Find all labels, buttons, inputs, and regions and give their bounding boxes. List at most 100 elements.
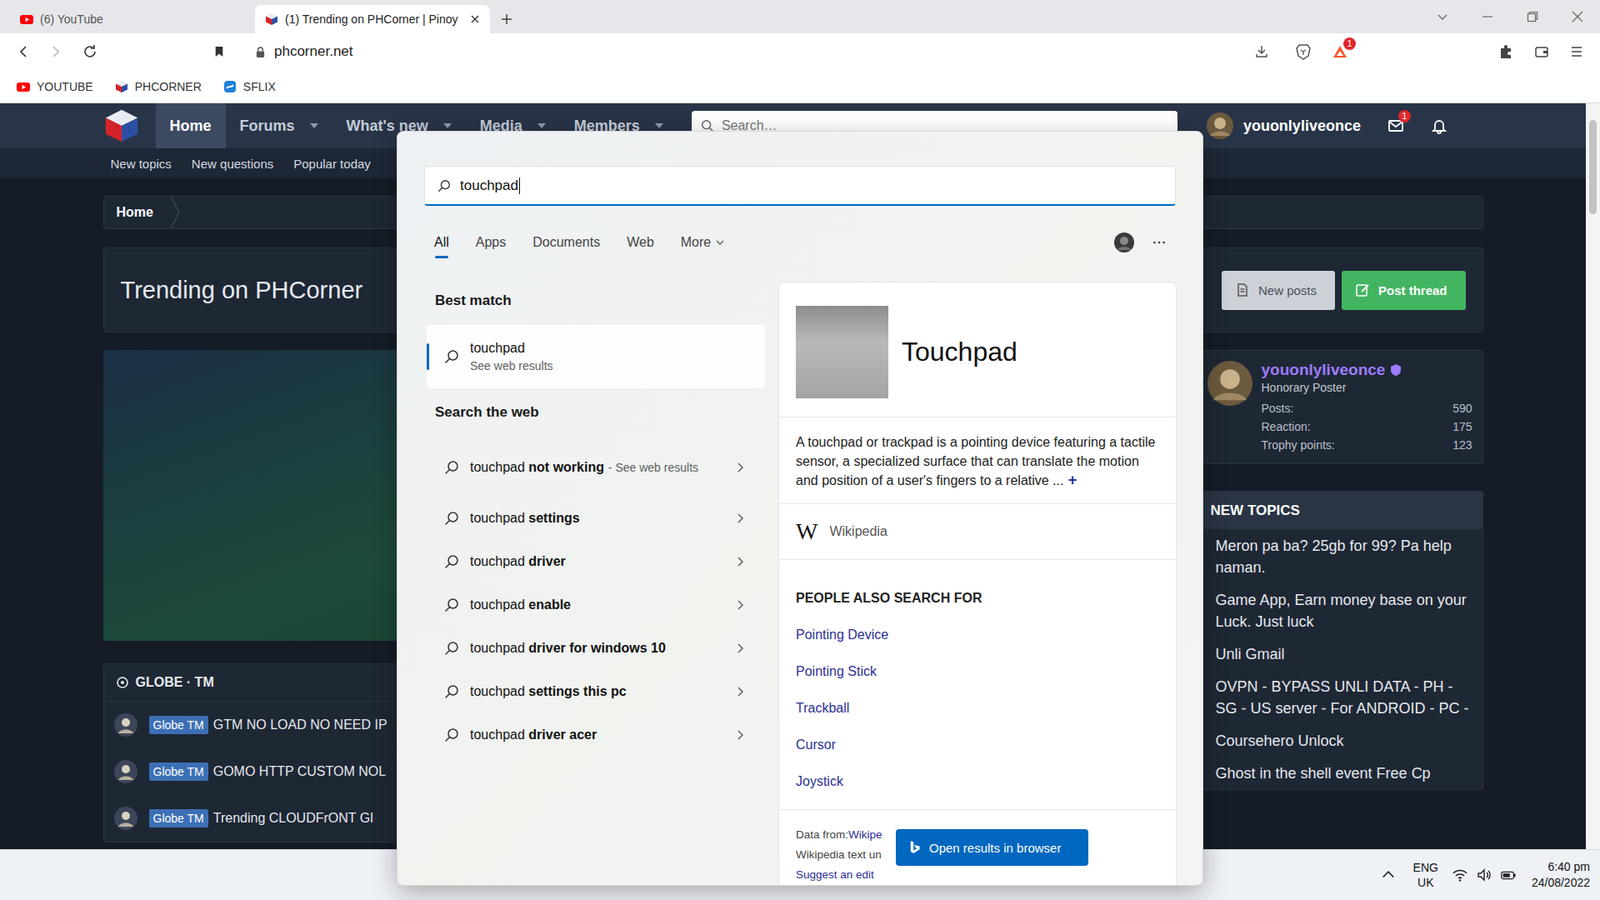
dropdown-caret-icon[interactable] [655, 123, 664, 129]
browser-tab[interactable]: (6) YouTube [10, 5, 245, 34]
source-row[interactable]: WWikipedia [779, 504, 1176, 560]
menu-icon[interactable] [1568, 43, 1585, 60]
tray-overflow-chevron-icon[interactable] [1380, 866, 1397, 884]
topic-link[interactable]: Unli Gmail [1200, 637, 1483, 670]
topic-link[interactable]: OVPN - BYPASS UNLI DATA - PH - SG - US s… [1200, 670, 1483, 725]
topic-link[interactable]: Ghost in the shell event Free Cp [1200, 756, 1483, 790]
thread-title[interactable]: Trending CLOUDFrONT Gl [213, 810, 374, 826]
topic-link[interactable]: Game App, Earn money base on your Luck. … [1200, 583, 1483, 638]
web-suggestion[interactable]: touchpadsettings [426, 496, 765, 540]
search-icon [443, 726, 460, 744]
chevron-right-icon[interactable] [733, 460, 747, 475]
topic-link[interactable]: Meron pa ba? 25gb for 99? Pa help naman. [1200, 529, 1483, 584]
subnav-link[interactable]: New questions [191, 156, 274, 171]
extensions-puzzle-icon[interactable] [1497, 43, 1515, 60]
page-scrollbar[interactable] [1585, 103, 1600, 850]
more-options-icon[interactable] [1152, 240, 1166, 245]
related-link[interactable]: Joystick [795, 772, 1160, 791]
thread-tag[interactable]: Globe TM [149, 762, 209, 781]
tab-list-chevron-icon[interactable] [1420, 10, 1465, 24]
related-link[interactable]: Pointing Stick [795, 662, 1160, 681]
url-text[interactable]: phcorner.net [274, 43, 354, 60]
bell-icon[interactable] [1430, 117, 1448, 135]
profile-avatar-icon[interactable] [1207, 360, 1253, 406]
filter-tab[interactable]: Apps [475, 221, 506, 264]
best-match-heading: Best match [426, 291, 765, 310]
nav-tab[interactable]: Home [155, 103, 226, 149]
new-topics-card: NEW TOPICSMeron pa ba? 25gb for 99? Pa h… [1200, 490, 1484, 790]
thread-title[interactable]: GTM NO LOAD NO NEED IP [213, 717, 388, 733]
web-suggestion[interactable]: touchpaddriver for windows 10 [426, 626, 765, 670]
dropdown-caret-icon[interactable] [443, 123, 452, 129]
nav-tab[interactable]: Forums [225, 103, 333, 149]
subnav-link[interactable]: Popular today [293, 156, 371, 171]
filter-tab[interactable]: Documents [532, 221, 600, 264]
related-link[interactable]: Pointing Device [795, 625, 1160, 645]
reload-icon[interactable] [81, 43, 99, 60]
profile-name[interactable]: youonlyliveonce [1261, 360, 1386, 380]
action-button[interactable]: Post thread [1341, 270, 1466, 310]
back-arrow-icon[interactable] [15, 43, 32, 60]
clock[interactable]: 6:40 pm24/08/2022 [1531, 859, 1590, 891]
browser-tab[interactable]: (1) Trending on PHCorner | Pinoy [255, 5, 490, 34]
chevron-right-icon[interactable] [733, 728, 747, 742]
dropdown-caret-icon[interactable] [537, 123, 546, 129]
filter-tab[interactable]: Web [626, 221, 655, 264]
lock-icon[interactable] [255, 45, 266, 59]
stat-label: Posts: [1261, 399, 1295, 418]
scrollbar-thumb[interactable] [1589, 120, 1597, 215]
chevron-right-icon[interactable] [733, 511, 747, 525]
search-filter-tabs: All Apps Documents Web More [424, 221, 1176, 264]
close-window-icon[interactable] [1555, 10, 1600, 24]
breadcrumb-link[interactable]: Home [104, 205, 170, 220]
dropdown-caret-icon[interactable] [310, 123, 319, 129]
search-input[interactable]: touchpad [424, 165, 1176, 206]
bookmark[interactable]: PHCORNER [115, 80, 202, 94]
chevron-right-icon[interactable] [733, 641, 747, 655]
web-suggestion[interactable]: touchpaddriver acer [426, 713, 765, 757]
source-name: Wikipedia [829, 524, 887, 540]
chevron-right-icon[interactable] [733, 685, 747, 699]
web-suggestion[interactable]: touchpaddriver [426, 540, 765, 584]
restore-icon[interactable] [1510, 10, 1555, 24]
thread-tag[interactable]: Globe TM [149, 809, 209, 828]
expand-button[interactable]: + [1068, 471, 1078, 489]
thread-tag[interactable]: Globe TM [149, 715, 209, 735]
phcorner-logo-icon[interactable] [103, 107, 140, 145]
tab-strip: (6) YouTube (1) Trending on PHCorner | Pi… [0, 0, 1600, 34]
chevron-right-icon[interactable] [733, 555, 747, 569]
quick-settings[interactable] [1451, 866, 1517, 884]
topic-link[interactable]: Coursehero Unlock [1200, 724, 1483, 757]
inbox-button[interactable]: 1 [1387, 103, 1405, 149]
new-tab-plus-icon[interactable] [500, 12, 514, 26]
web-suggestion[interactable]: touchpadsettings this pc [426, 670, 765, 714]
web-suggestion[interactable]: touchpadenable [426, 583, 765, 627]
user-menu[interactable]: youonlyliveonce [1206, 103, 1361, 149]
chevron-right-icon[interactable] [733, 598, 747, 612]
thread-title[interactable]: GOMO HTTP CUSTOM NOL [213, 764, 386, 780]
bookmark-icon[interactable] [214, 45, 225, 58]
account-avatar-icon[interactable] [1114, 232, 1135, 253]
wallet-icon[interactable] [1533, 43, 1550, 60]
related-link[interactable]: Cursor [795, 735, 1160, 755]
data-source-link[interactable]: Wikipe [848, 828, 883, 841]
minimize-icon[interactable] [1465, 10, 1510, 24]
forward-arrow-icon[interactable] [47, 43, 65, 60]
suggest-edit-link[interactable]: Suggest an edit [795, 865, 1160, 885]
subnav-link[interactable]: New topics [110, 156, 172, 171]
close-tab-icon[interactable] [470, 14, 480, 25]
download-icon[interactable] [1254, 44, 1270, 60]
address-bar[interactable]: phcorner.net [204, 37, 1280, 66]
bookmark[interactable]: YOUTUBE [16, 80, 94, 94]
related-link[interactable]: Trackball [795, 699, 1160, 718]
best-match-result[interactable]: touchpadSee web results [426, 325, 765, 389]
open-in-browser-button[interactable]: Open results in browser [895, 829, 1089, 866]
brave-shields-icon[interactable] [1295, 43, 1312, 60]
web-suggestion[interactable]: touchpadnot working- See web results [426, 438, 765, 497]
rewards-button[interactable]: 1 [1331, 43, 1349, 60]
language-indicator[interactable]: ENGUK [1413, 860, 1439, 890]
bookmark[interactable]: SFLIX [223, 80, 276, 94]
filter-tab[interactable]: All [434, 221, 450, 264]
action-button[interactable]: New posts [1221, 270, 1335, 310]
filter-tab[interactable]: More [680, 221, 725, 264]
